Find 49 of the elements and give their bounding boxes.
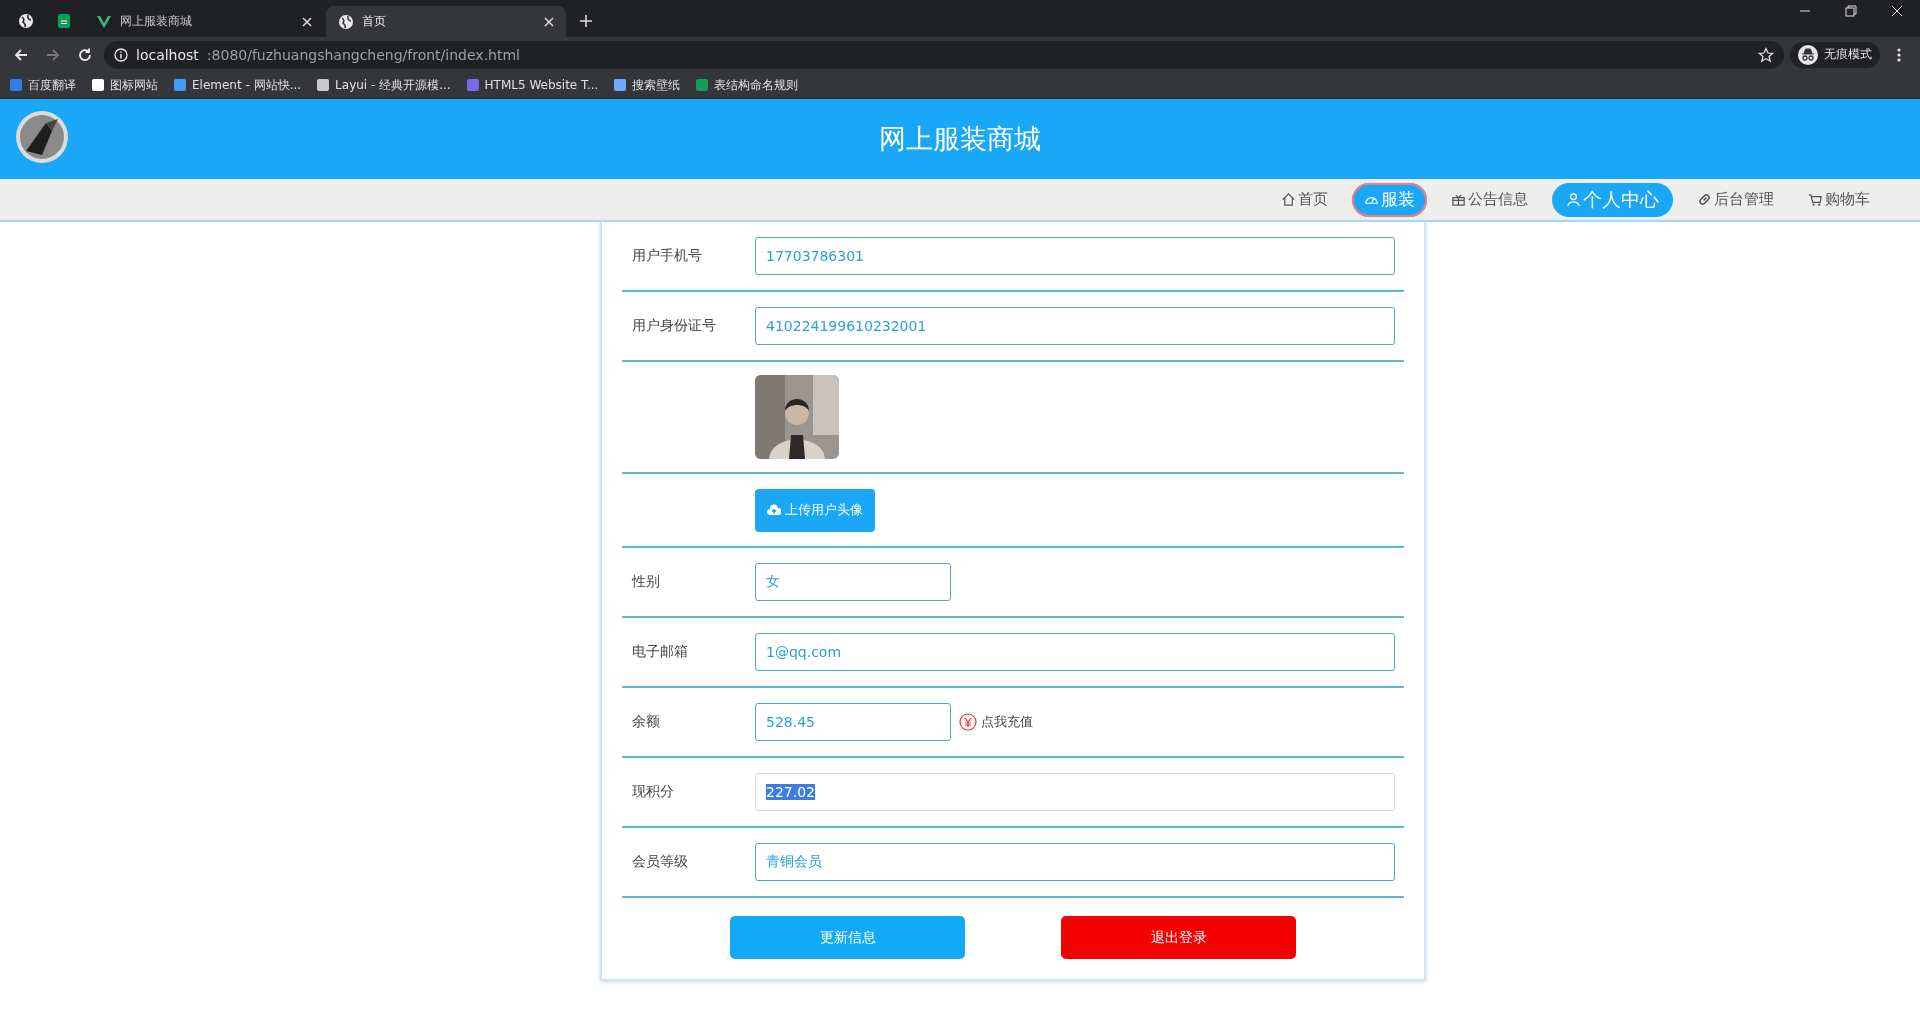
cart-icon [1808,192,1823,207]
input-field[interactable]: 227.02 [755,773,1395,811]
recharge-link[interactable]: 点我充值 [959,713,1033,731]
close-icon[interactable] [544,16,554,27]
reload-icon[interactable] [77,46,93,63]
user-icon [1566,192,1581,207]
field-label: 现积分 [632,783,675,801]
gift-icon [1451,192,1466,207]
nav-item[interactable]: 首页 [1271,182,1338,217]
info-icon[interactable] [114,47,128,62]
globe-icon[interactable] [18,12,34,29]
link-icon [1697,192,1712,207]
nav-item[interactable]: 公告信息 [1441,182,1538,217]
yen-icon [959,713,977,731]
field-label: 用户身份证号 [632,317,717,335]
globe-icon [338,13,354,30]
menu-icon[interactable] [1897,46,1901,63]
field-label: 用户手机号 [632,247,703,265]
bookmark[interactable]: 搜索壁纸 [614,76,681,94]
bookmark[interactable]: Layui - 经典开源模... [317,76,451,94]
back-icon[interactable] [13,46,29,63]
bookmark[interactable]: Element - 网站快... [174,76,302,94]
url-path: :8080/fuzhuangshangcheng/front/index.html [206,46,520,63]
bookmark[interactable]: 图标网站 [92,76,158,94]
incognito-button[interactable]: 无痕模式 [1790,41,1880,68]
close-icon[interactable] [302,16,312,27]
nav-item[interactable]: 后台管理 [1687,182,1784,217]
field-label: 余额 [632,713,661,731]
v-logo-icon [96,13,112,30]
field-label: 电子邮箱 [632,643,689,661]
cloud-upload-icon [767,504,781,516]
url-host: localhost [136,46,199,63]
star-icon[interactable] [1758,46,1774,63]
address-bar[interactable]: localhost :8080/fuzhuangshangcheng/front/index.html [104,40,1784,69]
field-label: 会员等级 [632,853,689,871]
site-title: 网上服装商城 [879,122,1041,156]
nav-item[interactable]: 购物车 [1798,182,1880,217]
spreadsheet-icon[interactable] [56,12,72,29]
bookmark[interactable]: 表结构命名规则 [696,76,799,94]
browser-tab[interactable]: 首页 [326,6,566,37]
home-icon [1281,192,1296,207]
logout-button[interactable]: 退出登录 [1061,916,1296,959]
new-tab-icon[interactable] [579,13,593,28]
field-label: 性别 [632,573,661,591]
bookmark[interactable]: HTML5 Website T... [466,78,599,92]
browser-tab[interactable]: 网上服装商城 [84,6,324,37]
bookmark[interactable]: 百度翻译 [10,76,76,94]
forward-icon[interactable] [45,46,61,63]
incognito-icon [1798,44,1818,65]
